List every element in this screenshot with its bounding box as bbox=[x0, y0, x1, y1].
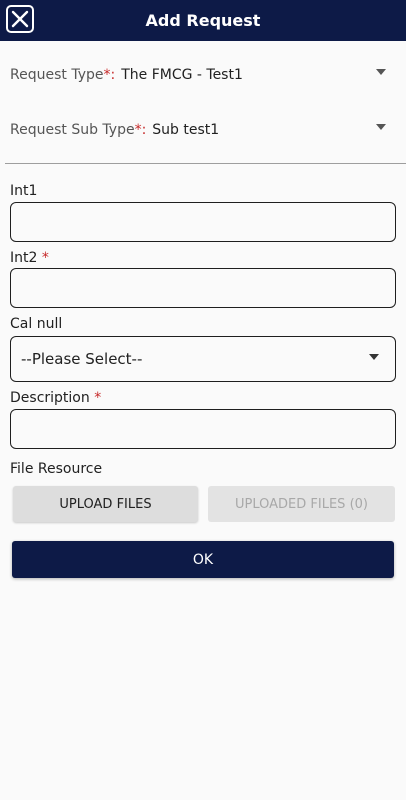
required-mark: * bbox=[41, 250, 49, 266]
request-type-value: The FMCG - Test1 bbox=[121, 67, 243, 83]
upload-files-button[interactable]: UPLOAD FILES bbox=[13, 486, 198, 522]
ok-button[interactable]: OK bbox=[12, 541, 394, 578]
request-sub-type-dropdown[interactable]: Request Sub Type*: Sub test1 bbox=[10, 116, 396, 144]
chevron-down-icon bbox=[369, 354, 379, 360]
dropdown-arrow-icon bbox=[376, 124, 386, 130]
cal-null-label: Cal null bbox=[10, 316, 63, 332]
app-header: Add Request bbox=[0, 0, 406, 41]
cal-null-select[interactable]: --Please Select-- bbox=[10, 336, 396, 382]
description-input[interactable] bbox=[11, 410, 395, 448]
request-type-label: Request Type*: bbox=[10, 67, 116, 83]
section-divider bbox=[5, 163, 406, 164]
required-mark: *: bbox=[134, 122, 147, 138]
description-field-box bbox=[10, 409, 396, 449]
page-title: Add Request bbox=[145, 11, 261, 30]
int2-field-box bbox=[10, 268, 396, 308]
description-label: Description * bbox=[10, 390, 102, 406]
request-sub-type-value: Sub test1 bbox=[152, 122, 220, 138]
required-mark: *: bbox=[103, 67, 116, 83]
int2-input[interactable] bbox=[11, 269, 395, 307]
request-sub-type-label: Request Sub Type*: bbox=[10, 122, 147, 138]
cal-null-selected-value: --Please Select-- bbox=[21, 350, 143, 368]
dropdown-arrow-icon bbox=[376, 69, 386, 75]
file-resource-label: File Resource bbox=[10, 461, 103, 477]
request-type-dropdown[interactable]: Request Type*: The FMCG - Test1 bbox=[10, 61, 396, 89]
int1-input[interactable] bbox=[11, 203, 395, 241]
uploaded-files-button[interactable]: UPLOADED FILES (0) bbox=[208, 486, 395, 522]
required-mark: * bbox=[94, 390, 102, 406]
int1-label: Int1 bbox=[10, 183, 38, 199]
int2-label: Int2 * bbox=[10, 250, 49, 266]
int1-field-box bbox=[10, 202, 396, 242]
